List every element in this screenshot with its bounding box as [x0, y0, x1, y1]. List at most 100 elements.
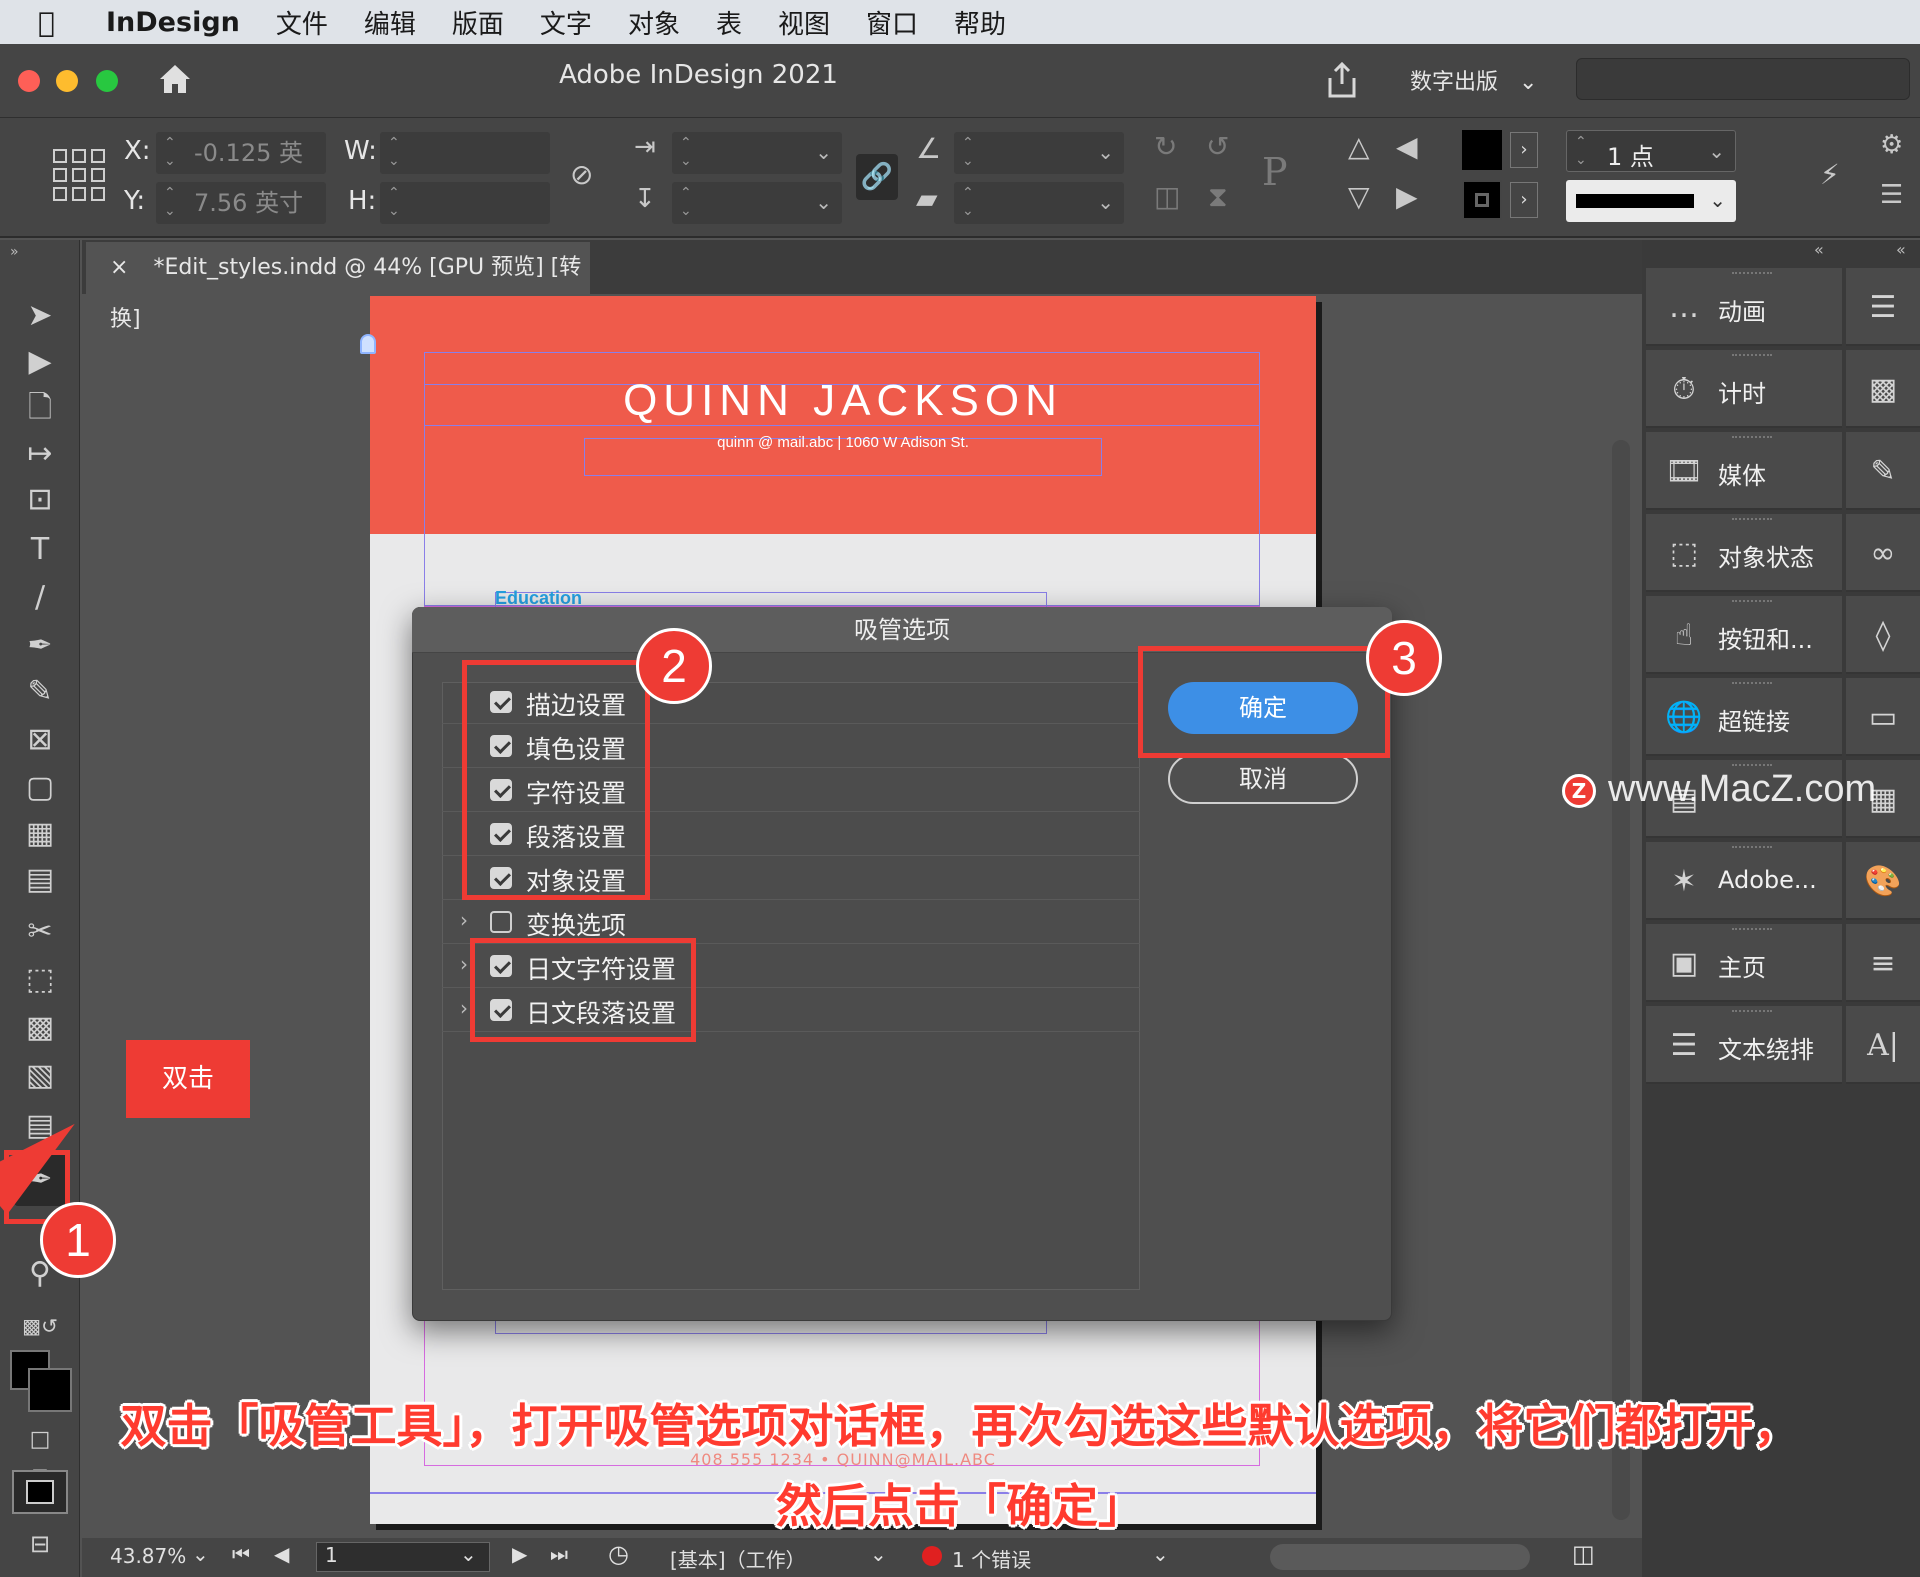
gear-icon[interactable]: ⚙ [1880, 130, 1903, 160]
first-page-icon[interactable]: ⏮ [232, 1542, 250, 1566]
chevron-right-icon[interactable]: › [460, 908, 468, 932]
panel-timing[interactable]: ⏱ 计时 [1646, 350, 1842, 428]
rotate-cw-icon[interactable]: ↻ [1154, 130, 1177, 163]
chevron-right-icon[interactable]: › [460, 952, 468, 976]
panel-grip[interactable] [1732, 518, 1772, 524]
panel-grip[interactable] [1732, 354, 1772, 360]
menu-view[interactable]: 视图 [778, 4, 830, 41]
rectangle-frame-tool-icon[interactable]: ⊠ [20, 720, 60, 760]
shear-stepper[interactable]: ⌃ ⌄ [962, 184, 974, 220]
h-field[interactable]: ⌃ ⌄ [380, 182, 550, 224]
scale-y-dropdown[interactable]: ⌃ ⌄ ⌄ [672, 182, 842, 224]
pen-tool-icon[interactable]: ✒ [20, 626, 60, 666]
chevron-down-icon[interactable]: ⌄ [870, 1542, 887, 1566]
menu-layout[interactable]: 版面 [452, 4, 504, 41]
menu-help[interactable]: 帮助 [954, 4, 1006, 41]
cancel-button[interactable]: 取消 [1168, 754, 1358, 804]
document-tab[interactable]: × *Edit_styles.indd @ 44% [GPU 预览] [转换] [86, 242, 590, 332]
x-field[interactable]: ⌃⌄ -0.125 英寸 [156, 132, 326, 209]
selection-tool-icon[interactable]: ➤ [20, 296, 60, 336]
link-scale-icon[interactable]: 🔗 [856, 154, 898, 200]
table-tool-icon[interactable]: ▦ [20, 814, 60, 854]
chevron-down-icon[interactable]: ⌄ [192, 1542, 209, 1566]
grid-tool-icon[interactable]: ▤ [20, 860, 60, 900]
horizontal-scrollbar[interactable] [1270, 1544, 1530, 1570]
flip-horizontal-icon[interactable]: ◫ [1154, 180, 1180, 213]
direct-selection-tool-icon[interactable]: ▶ [20, 342, 60, 382]
zoom-level[interactable]: 43.87% [110, 1544, 186, 1568]
shear-dropdown[interactable]: ⌃ ⌄ ⌄ [954, 182, 1124, 224]
menu-app-name[interactable]: InDesign [106, 7, 240, 38]
content-collector-icon[interactable]: ⊡ [20, 480, 60, 520]
select-next-icon[interactable]: ▶ [1396, 180, 1418, 213]
page-tool-icon[interactable]: 🗋 [20, 388, 60, 428]
stroke-weight-dropdown[interactable]: ⌃ ⌄ 1 点 ⌄ [1566, 130, 1736, 172]
select-previous-icon[interactable]: ◀ [1396, 130, 1418, 163]
default-colors-icon[interactable]: ▩↺ [20, 1306, 60, 1346]
properties-icon[interactable]: ☰ [1846, 268, 1920, 346]
reference-point-icon[interactable] [52, 148, 106, 202]
y-stepper[interactable]: ⌃ ⌄ [164, 184, 176, 220]
gradient-feather-tool-icon[interactable]: ▧ [20, 1056, 60, 1096]
w-stepper[interactable]: ⌃ ⌄ [388, 134, 400, 170]
stroke-weight-stepper[interactable]: ⌃ ⌄ [1575, 133, 1587, 169]
menu-window[interactable]: 窗口 [866, 4, 918, 41]
panel-grip[interactable] [1732, 682, 1772, 688]
constrain-proportions-icon[interactable]: ⊘ [570, 158, 593, 191]
gap-tool-icon[interactable]: ↦ [20, 434, 60, 474]
collapse-panels-icon-2[interactable]: « [1896, 240, 1906, 259]
scale-x-stepper[interactable]: ⌃ ⌄ [680, 134, 692, 170]
stroke-type-dropdown[interactable]: ⌄ [1566, 180, 1736, 222]
panel-grip[interactable] [1732, 928, 1772, 934]
split-view-icon[interactable]: ◫ [1572, 1540, 1595, 1568]
y-field[interactable]: ⌃ ⌄ 7.56 英寸 [156, 182, 326, 224]
panel-menu-icon[interactable]: ☰ [1880, 180, 1903, 210]
fill-swatch[interactable] [1462, 130, 1502, 170]
chevron-down-icon[interactable]: ⌄ [460, 1542, 477, 1566]
previous-page-icon[interactable]: ◀ [274, 1542, 289, 1566]
free-transform-tool-icon[interactable]: ⬚ [20, 960, 60, 1000]
vertical-scrollbar[interactable] [1612, 440, 1630, 1520]
scissors-tool-icon[interactable]: ✂ [20, 912, 60, 952]
x-stepper[interactable]: ⌃ ⌄ [164, 134, 176, 170]
character-icon[interactable]: A| [1846, 1006, 1920, 1084]
panel-grip[interactable] [1732, 846, 1772, 852]
panel-media[interactable]: 🎞 媒体 [1646, 432, 1842, 510]
lock-icon[interactable] [360, 334, 376, 354]
edit-icon[interactable]: ✎ [1846, 432, 1920, 510]
share-icon[interactable] [1324, 60, 1360, 100]
panel-grip[interactable] [1732, 436, 1772, 442]
menu-object[interactable]: 对象 [628, 4, 680, 41]
tab-close-icon[interactable]: × [110, 255, 128, 280]
quick-actions-icon[interactable]: ⚡ [1820, 158, 1840, 191]
menu-table[interactable]: 表 [716, 4, 742, 41]
stroke-icon[interactable]: ≡ [1846, 924, 1920, 1002]
apple-icon[interactable]:  [38, 6, 78, 39]
flip-vertical-icon[interactable]: ⧗ [1208, 180, 1228, 214]
gradient-icon[interactable]: ▭ [1846, 678, 1920, 756]
h-stepper[interactable]: ⌃ ⌄ [388, 184, 400, 220]
panel-grip[interactable] [1732, 272, 1772, 278]
gradient-swatch-tool-icon[interactable]: ▩ [20, 1008, 60, 1048]
panel-adobe[interactable]: ✶ Adobe... [1646, 842, 1842, 920]
next-page-icon[interactable]: ▶ [512, 1542, 527, 1566]
search-input[interactable] [1576, 58, 1910, 100]
panel-pages[interactable]: ▣ 主页 [1646, 924, 1842, 1002]
color-icon[interactable]: 🎨 [1846, 842, 1920, 920]
scale-y-stepper[interactable]: ⌃ ⌄ [680, 184, 692, 220]
panel-text-wrap[interactable]: ☰ 文本绕排 [1646, 1006, 1842, 1084]
collapse-panels-icon[interactable]: « [1814, 240, 1824, 259]
preflight-errors[interactable]: 1 个错误 [952, 1544, 1031, 1573]
panel-animation[interactable]: … 动画 [1646, 268, 1842, 346]
type-tool-icon[interactable]: T [20, 530, 60, 570]
libraries-icon[interactable]: ▩ [1846, 350, 1920, 428]
chevron-down-icon[interactable]: ⌄ [1152, 1542, 1169, 1566]
select-content-icon[interactable]: ▽ [1348, 180, 1370, 213]
panel-grip[interactable] [1732, 1010, 1772, 1016]
checkbox-transform-options[interactable] [490, 911, 512, 933]
menu-type[interactable]: 文字 [540, 4, 592, 41]
fill-menu-arrow[interactable]: › [1510, 132, 1538, 168]
rotation-stepper[interactable]: ⌃ ⌄ [962, 134, 974, 170]
preflight-icon[interactable]: ◷ [608, 1540, 629, 1568]
last-page-icon[interactable]: ⏭ [550, 1542, 568, 1566]
